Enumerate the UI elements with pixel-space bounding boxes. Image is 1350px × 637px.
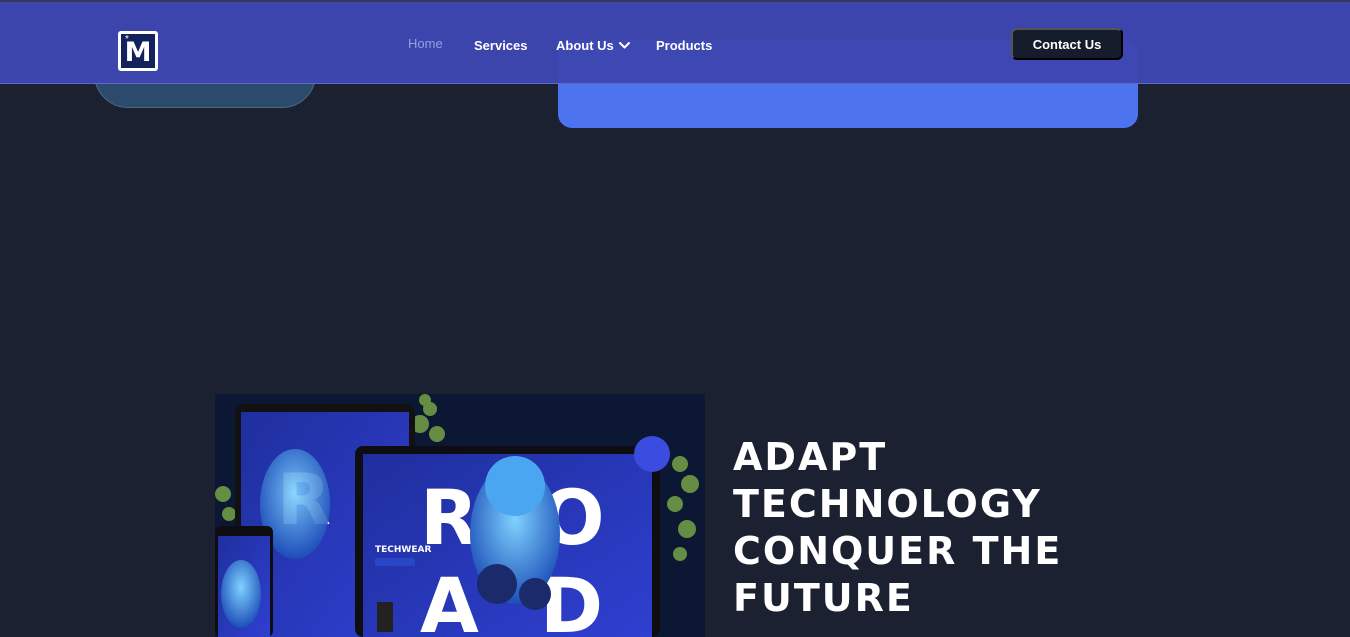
techwear-label: TECHWEAR [375,545,431,555]
nav-about-us[interactable]: About Us [556,38,630,53]
chevron-down-icon [618,42,630,49]
headline-line-1: ADAPT [733,435,888,479]
contact-us-button[interactable]: Contact Us [1011,28,1123,60]
nav-about-label: About Us [556,38,614,53]
site-header: * M Home Services About Us Products Cont… [0,0,1350,84]
devices-mockup-image: R R O A D TECHWEAR [215,394,705,637]
laptop-letter-a: A [420,561,479,637]
nav-services[interactable]: Services [474,38,528,53]
logo-star-icon: * [125,34,129,45]
devices-illustration: R R O A D TECHWEAR [215,394,705,637]
logo-mark: * M [121,34,155,68]
headline-line-3: CONQUER THE [733,529,1063,573]
nav-products[interactable]: Products [656,38,712,53]
headline-line-2: TECHNOLOGY [733,482,1042,526]
feature-headline: ADAPT TECHNOLOGY CONQUER THE FUTURE [733,434,1133,622]
headline-line-4: FUTURE [733,576,914,620]
nav-home[interactable]: Home [408,36,443,51]
logo[interactable]: * M [118,31,158,71]
